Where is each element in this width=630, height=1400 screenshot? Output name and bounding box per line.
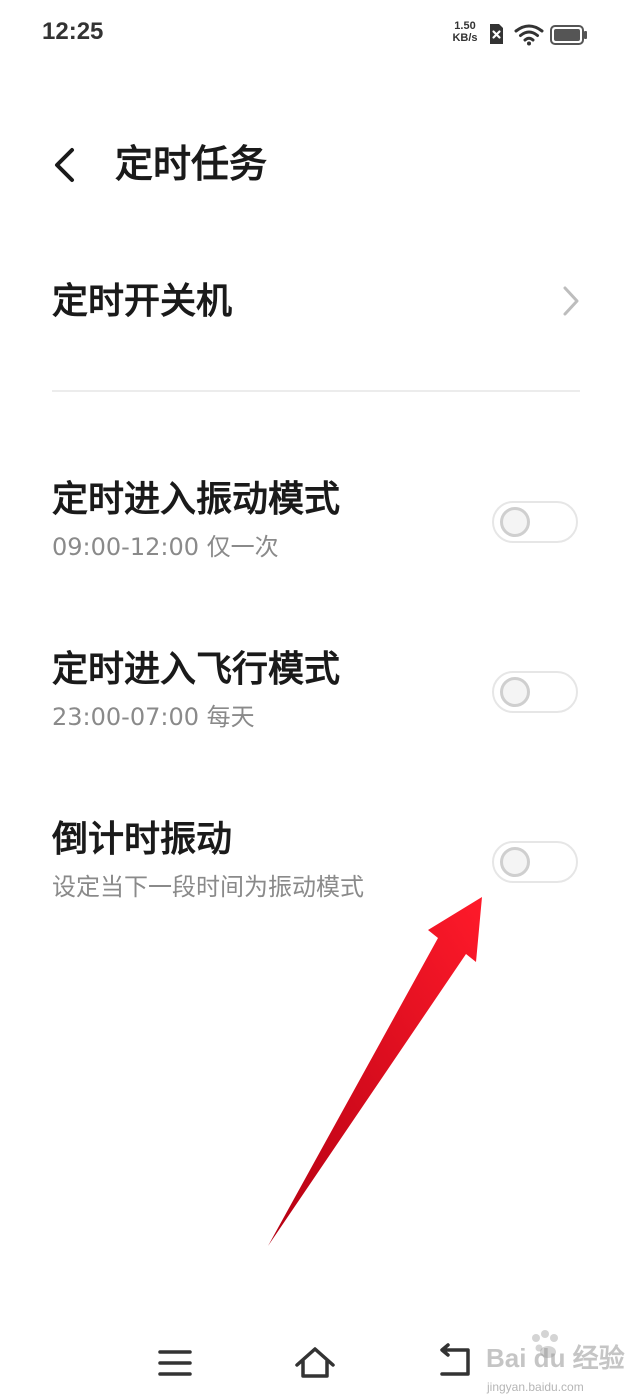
toggle-knob (500, 507, 530, 537)
countdown-vibrate-toggle[interactable] (492, 841, 578, 883)
list-item-subtitle: 09:00-12:00 仅一次 (52, 533, 279, 561)
list-item-title: 定时进入飞行模式 (52, 649, 341, 690)
net-speed: 1.50 KB/s (448, 20, 482, 44)
status-time: 12:25 (42, 18, 104, 45)
battery-icon (550, 25, 587, 45)
list-item-title: 倒计时振动 (52, 819, 233, 860)
page-header: 定时任务 (0, 120, 630, 210)
list-item-airplane-schedule: 定时进入飞行模式 23:00-07:00 每天 (0, 640, 630, 750)
wifi-icon (514, 24, 544, 46)
watermark-url: jingyan.baidu.com (487, 1380, 584, 1394)
list-item-subtitle: 23:00-07:00 每天 (52, 703, 255, 731)
list-item-vibrate-schedule: 定时进入振动模式 09:00-12:00 仅一次 (0, 470, 630, 580)
page-title: 定时任务 (115, 142, 268, 186)
list-item-title: 定时进入振动模式 (52, 479, 341, 520)
net-speed-unit: KB/s (452, 32, 478, 44)
watermark-text: Bai du 经验 (486, 1343, 625, 1373)
list-item-title: 定时开关机 (52, 281, 233, 322)
chevron-left-icon[interactable] (40, 140, 90, 190)
toggle-knob (500, 677, 530, 707)
list-item-subtitle: 设定当下一段时间为振动模式 (52, 873, 364, 901)
toggle-knob (500, 847, 530, 877)
section-divider (52, 390, 580, 392)
chevron-right-icon (563, 286, 579, 316)
vibrate-schedule-toggle[interactable] (492, 501, 578, 543)
menu-icon[interactable] (150, 1338, 200, 1388)
sim-blocked-icon (490, 24, 503, 44)
airplane-schedule-toggle[interactable] (492, 671, 578, 713)
list-item-scheduled-power[interactable]: 定时开关机 (0, 260, 630, 350)
back-icon[interactable] (430, 1338, 480, 1388)
status-bar: 12:25 1.50 KB/s (0, 0, 630, 70)
net-speed-value: 1.50 (454, 20, 476, 32)
list-item-countdown-vibrate: 倒计时振动 设定当下一段时间为振动模式 (0, 810, 630, 920)
home-icon[interactable] (290, 1338, 340, 1388)
